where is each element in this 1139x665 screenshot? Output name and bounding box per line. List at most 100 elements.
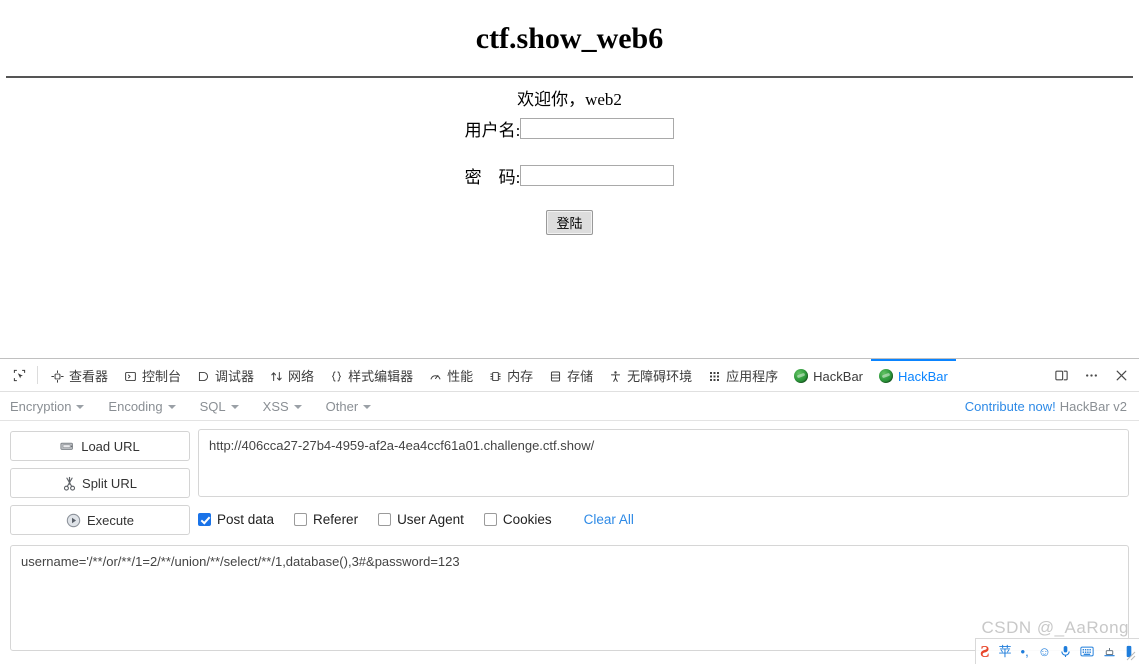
sogou-ime-toolbar: S 苹 •, ☺	[975, 638, 1139, 664]
memory-icon	[490, 371, 501, 381]
web-page-content: ctf.show_web6 欢迎你，web2 用户名: 密 码: 登陆	[0, 0, 1139, 358]
tab-memory-label: 内存	[507, 368, 534, 384]
cookies-checkbox[interactable]	[483, 513, 497, 526]
url-input[interactable]	[198, 429, 1129, 497]
chevron-down-icon	[363, 404, 372, 409]
menu-encoding-label: Encoding	[108, 399, 163, 414]
login-button-row: 登陆	[0, 210, 1139, 235]
chevron-down-icon	[167, 404, 176, 409]
menu-sql[interactable]: SQL	[200, 399, 253, 414]
tab-style-editor[interactable]: 样式编辑器	[322, 359, 421, 391]
chinese-mode-icon[interactable]: 苹	[999, 645, 1012, 658]
tab-inspector-label: 查看器	[69, 368, 109, 384]
split-url-label: Split URL	[82, 475, 137, 491]
application-icon	[710, 371, 720, 381]
style-editor-icon	[332, 371, 342, 381]
soft-keyboard-icon[interactable]	[1080, 646, 1094, 657]
contribute-link[interactable]: Contribute now!	[965, 399, 1056, 414]
more-options-icon[interactable]	[1077, 362, 1105, 388]
toolbox-icon[interactable]	[1103, 646, 1116, 658]
resize-grip-icon[interactable]	[1126, 651, 1136, 661]
dock-panel-icon[interactable]	[1047, 362, 1075, 388]
option-cookies[interactable]: Cookies	[483, 512, 552, 527]
option-post-data[interactable]: Post data	[198, 512, 274, 527]
tab-application[interactable]: 应用程序	[700, 359, 786, 391]
tab-console-label: 控制台	[142, 368, 182, 384]
hackbar-url-section: Post data Referer User Agent Cookie	[190, 429, 1129, 535]
menu-encoding[interactable]: Encoding	[108, 399, 189, 414]
tab-network[interactable]: 网络	[262, 359, 322, 391]
close-icon[interactable]	[1107, 362, 1135, 388]
tab-performance[interactable]: 性能	[421, 359, 481, 391]
tab-hackbar-2[interactable]: HackBar	[871, 359, 956, 391]
tab-inspector[interactable]: 查看器	[43, 359, 116, 391]
option-referer[interactable]: Referer	[294, 512, 358, 527]
chevron-down-icon	[293, 404, 302, 409]
username-label: 用户名:	[464, 121, 521, 140]
devtools-toolbar: 查看器 控制台 调试器 网络 样式编辑器 性能 内存 存储 无障碍环境 应用程序…	[0, 359, 1139, 392]
emoji-icon[interactable]: ☺	[1038, 645, 1051, 658]
toolbar-divider	[37, 366, 38, 384]
user-agent-label: User Agent	[397, 512, 464, 527]
post-data-label: Post data	[217, 512, 275, 527]
user-agent-checkbox[interactable]	[378, 513, 392, 526]
devtools-controls	[1047, 362, 1135, 388]
tab-performance-label: 性能	[447, 368, 474, 384]
load-url-label: Load URL	[81, 438, 140, 454]
console-icon	[125, 371, 136, 381]
page-title: ctf.show_web6	[475, 22, 664, 55]
hackbar-body: Load URL Split URL Execute http://406cca…	[0, 421, 1139, 535]
tab-storage-label: 存储	[567, 368, 594, 384]
tab-hackbar-2-label: HackBar	[898, 368, 948, 384]
chevron-down-icon	[76, 404, 85, 409]
split-url-button[interactable]: Split URL	[10, 468, 190, 498]
accessibility-icon	[611, 370, 621, 382]
cookies-label: Cookies	[502, 512, 552, 527]
referer-label: Referer	[313, 512, 359, 527]
voice-input-icon[interactable]	[1060, 645, 1071, 658]
menu-other-label: Other	[325, 399, 359, 414]
menu-other[interactable]: Other	[326, 399, 386, 414]
tab-network-label: 网络	[288, 368, 315, 384]
debugger-icon	[198, 371, 209, 381]
tab-hackbar-1[interactable]: HackBar	[786, 359, 871, 391]
login-button[interactable]: 登陆	[546, 210, 593, 235]
play-circle-icon	[66, 513, 81, 527]
network-icon	[271, 371, 282, 381]
hackbar-menubar: Encryption Encoding SQL XSS Other Contri…	[0, 393, 1139, 421]
menu-sql-label: SQL	[199, 399, 226, 414]
tab-console[interactable]: 控制台	[116, 359, 189, 391]
referer-checkbox[interactable]	[294, 513, 308, 526]
request-options-row: Post data Referer User Agent Cookies Cle…	[198, 512, 1129, 527]
welcome-message: 欢迎你，web2	[517, 90, 622, 109]
hackbar-contribute: Contribute now! HackBar v2	[965, 399, 1129, 414]
menu-xss-label: XSS	[262, 399, 289, 414]
load-url-icon	[60, 442, 74, 450]
hackbar-icon	[879, 369, 894, 383]
screenshot-root: ctf.show_web6 欢迎你，web2 用户名: 密 码: 登陆 查看器 …	[0, 0, 1139, 665]
sogou-logo-icon[interactable]: S	[980, 642, 989, 662]
post-data-input[interactable]	[10, 545, 1129, 651]
post-data-checkbox[interactable]	[198, 513, 211, 526]
tab-storage[interactable]: 存储	[541, 359, 601, 391]
tab-style-editor-label: 样式编辑器	[348, 368, 414, 384]
hackbar-icon	[794, 369, 809, 383]
clear-all-link[interactable]: Clear All	[584, 512, 634, 527]
option-user-agent[interactable]: User Agent	[378, 512, 464, 527]
execute-button[interactable]: Execute	[10, 505, 190, 535]
password-row: 密 码:	[0, 163, 1139, 188]
devtools-panel: 查看器 控制台 调试器 网络 样式编辑器 性能 内存 存储 无障碍环境 应用程序…	[0, 358, 1139, 665]
username-input[interactable]	[520, 118, 675, 139]
tab-memory[interactable]: 内存	[481, 359, 541, 391]
element-picker-icon[interactable]	[6, 362, 32, 388]
punctuation-icon[interactable]: •,	[1021, 645, 1029, 658]
hackbar-action-buttons: Load URL Split URL Execute	[10, 429, 190, 535]
load-url-button[interactable]: Load URL	[10, 431, 190, 461]
menu-encryption[interactable]: Encryption	[10, 399, 98, 414]
tab-accessibility[interactable]: 无障碍环境	[601, 359, 700, 391]
tab-debugger[interactable]: 调试器	[189, 359, 262, 391]
hackbar-panel: Encryption Encoding SQL XSS Other Contri…	[0, 393, 1139, 665]
password-input[interactable]	[520, 165, 675, 186]
chevron-down-icon	[230, 404, 239, 409]
menu-xss[interactable]: XSS	[263, 399, 316, 414]
